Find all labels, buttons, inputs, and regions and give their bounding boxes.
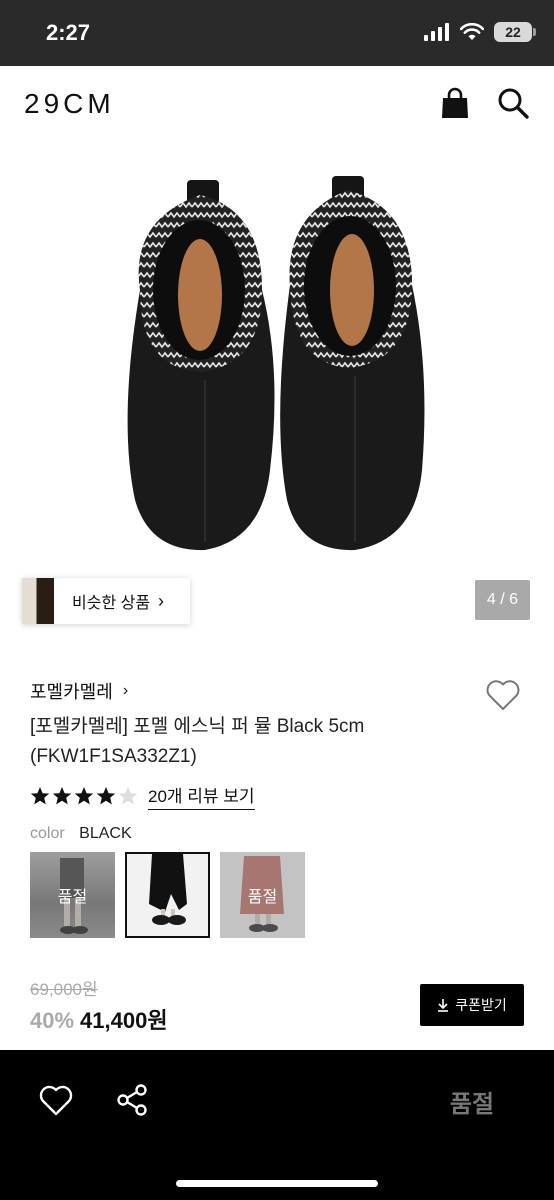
image-page-counter: 4 / 6 (475, 580, 530, 620)
rating-row: 20개 리뷰 보기 (30, 782, 255, 810)
star-icon (118, 787, 138, 805)
similar-product-thumbnail (22, 578, 54, 624)
color-value: BLACK (79, 825, 132, 842)
star-icon (30, 787, 50, 805)
status-time: 2:27 (46, 20, 91, 45)
color-swatch-selected[interactable] (125, 852, 210, 938)
product-photo (127, 176, 425, 551)
chevron-right-icon: › (158, 590, 165, 611)
share-icon[interactable] (114, 1082, 150, 1118)
chevron-right-icon: › (122, 682, 129, 699)
sold-out-overlay: 품절 (220, 852, 305, 938)
similar-products-button[interactable]: 비슷한 상품 › (22, 578, 190, 624)
product-image[interactable] (0, 140, 554, 640)
star-rating (30, 786, 138, 806)
coupon-button-label: 쿠폰받기 (455, 997, 507, 1013)
star-icon (74, 787, 94, 805)
app-header: 29CM (0, 66, 554, 140)
status-bar: 2:27 22 (0, 0, 554, 66)
star-icon (96, 787, 116, 805)
color-swatches: 품절 품절 (30, 852, 305, 938)
discount-rate: 40% (30, 1008, 75, 1033)
coupon-button[interactable]: 쿠폰받기 (420, 984, 524, 1026)
wifi-icon (460, 23, 484, 40)
color-label: color (30, 825, 65, 842)
home-indicator (176, 1180, 378, 1187)
sale-price: 41,400원 (80, 1008, 168, 1033)
download-icon (438, 999, 449, 1012)
color-row: color BLACK (30, 825, 132, 843)
shopping-bag-icon[interactable] (438, 86, 472, 120)
brand-link[interactable]: 포멜카멜레 › (30, 678, 128, 704)
search-icon[interactable] (496, 86, 530, 120)
star-icon (52, 787, 72, 805)
similar-products-label: 비슷한 상품 (72, 595, 151, 612)
heart-icon[interactable] (484, 676, 522, 712)
status-indicators: 22 (424, 22, 536, 42)
original-price: 69,000원 (30, 980, 98, 999)
brand-name: 포멜카멜레 (30, 682, 113, 702)
sold-out-overlay: 품절 (30, 852, 115, 938)
color-swatch[interactable]: 품절 (220, 852, 305, 938)
product-title: [포멜카멜레] 포멜 에스닉 퍼 뮬 Black 5cm (FKW1F1SA33… (30, 716, 365, 767)
review-link[interactable]: 20개 리뷰 보기 (148, 782, 255, 810)
color-swatch[interactable]: 품절 (30, 852, 115, 938)
battery-indicator: 22 (494, 22, 536, 42)
heart-icon[interactable] (38, 1082, 74, 1118)
bottom-action-bar: 품절 (0, 1050, 554, 1200)
logo[interactable]: 29CM (24, 88, 115, 120)
swatch-photo (149, 854, 187, 925)
price-row: 40% 41,400원 (30, 1003, 168, 1035)
sold-out-button[interactable]: 품절 (420, 1084, 524, 1118)
signal-icon (424, 23, 449, 41)
